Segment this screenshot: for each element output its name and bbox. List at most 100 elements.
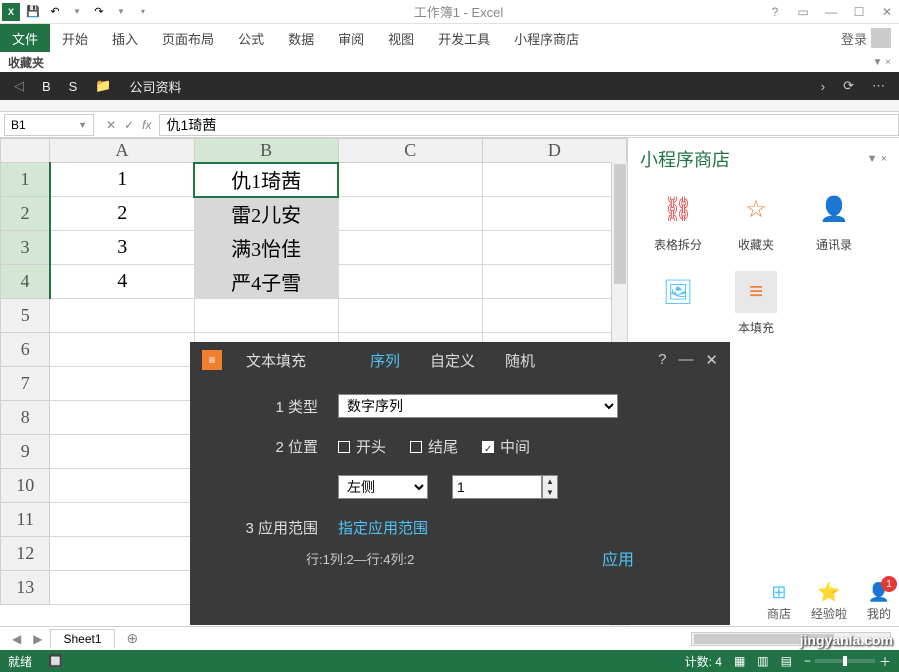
- nav-back-icon[interactable]: ◁: [14, 78, 24, 94]
- horizontal-scrollbar[interactable]: [691, 632, 891, 646]
- formula-input[interactable]: 仇1琦茜: [159, 114, 899, 136]
- row-header-10[interactable]: 10: [1, 469, 50, 503]
- cell-A5[interactable]: [50, 299, 194, 333]
- zoom-control[interactable]: − ＋: [804, 653, 891, 670]
- app-通讯录[interactable]: 👤通讯录: [804, 188, 864, 253]
- app-表格拆分[interactable]: ⛓表格拆分: [648, 188, 708, 253]
- cell-B3[interactable]: 满3怡佳: [194, 231, 338, 265]
- cell-A10[interactable]: [50, 469, 194, 503]
- cell-A8[interactable]: [50, 401, 194, 435]
- enter-icon[interactable]: ✓: [124, 118, 134, 132]
- dialog-tab-sequence[interactable]: 序列: [370, 350, 400, 371]
- dialog-close-icon[interactable]: ✕: [705, 351, 718, 369]
- cell-C5[interactable]: [338, 299, 482, 333]
- cell-D3[interactable]: [482, 231, 626, 265]
- footer-experience[interactable]: ⭐ 经验啦: [811, 582, 847, 622]
- dialog-minimize-icon[interactable]: —: [678, 351, 693, 369]
- favorites-chevron-icon[interactable]: ▼ ×: [872, 57, 891, 68]
- cell-A9[interactable]: [50, 435, 194, 469]
- cell-A3[interactable]: 3: [50, 231, 194, 265]
- path-s[interactable]: S: [69, 79, 78, 94]
- col-header-A[interactable]: A: [50, 139, 194, 163]
- qat-customize-icon[interactable]: ▾: [134, 3, 152, 21]
- type-select[interactable]: 数字序列: [338, 394, 618, 418]
- redo-icon[interactable]: ↷: [90, 3, 108, 21]
- row-header-3[interactable]: 3: [1, 231, 50, 265]
- tab-appstore[interactable]: 小程序商店: [502, 24, 591, 52]
- maximize-button[interactable]: ☐: [849, 5, 869, 19]
- cell-B5[interactable]: [194, 299, 338, 333]
- dialog-tab-random[interactable]: 随机: [505, 350, 535, 371]
- row-header-4[interactable]: 4: [1, 265, 50, 299]
- footer-mine[interactable]: 👤 1 我的: [867, 582, 891, 622]
- cell-C1[interactable]: [338, 163, 482, 197]
- redo-dropdown-icon[interactable]: ▼: [112, 3, 130, 21]
- nav-forward-icon[interactable]: ›: [821, 79, 825, 94]
- row-header-7[interactable]: 7: [1, 367, 50, 401]
- app-item-3[interactable]: 🖼: [648, 271, 708, 336]
- app-本填充[interactable]: ≡本填充: [726, 271, 786, 336]
- sheet-nav-next-icon[interactable]: ▶: [29, 632, 46, 646]
- cell-D5[interactable]: [482, 299, 626, 333]
- refresh-icon[interactable]: ⟳: [843, 78, 854, 94]
- row-header-13[interactable]: 13: [1, 571, 50, 605]
- macro-record-icon[interactable]: 🔲: [48, 654, 63, 668]
- cell-A1[interactable]: 1: [50, 163, 194, 197]
- apply-button[interactable]: 应用: [602, 546, 634, 570]
- zoom-slider[interactable]: [815, 659, 875, 663]
- cell-A6[interactable]: [50, 333, 194, 367]
- panel-chevron-icon[interactable]: ▼ ×: [867, 153, 887, 165]
- cell-A11[interactable]: [50, 503, 194, 537]
- col-header-D[interactable]: D: [482, 139, 626, 163]
- cell-A13[interactable]: [50, 571, 194, 605]
- tab-layout[interactable]: 页面布局: [150, 24, 226, 52]
- tab-data[interactable]: 数据: [276, 24, 326, 52]
- cell-C2[interactable]: [338, 197, 482, 231]
- row-header-5[interactable]: 5: [1, 299, 50, 333]
- cell-C3[interactable]: [338, 231, 482, 265]
- position-start-checkbox[interactable]: 开头: [338, 436, 386, 457]
- cell-A4[interactable]: 4: [50, 265, 194, 299]
- position-middle-checkbox[interactable]: 中间: [482, 436, 530, 457]
- select-all-corner[interactable]: [1, 139, 50, 163]
- login-link[interactable]: 登录: [833, 28, 899, 48]
- tab-developer[interactable]: 开发工具: [426, 24, 502, 52]
- app-收藏夹[interactable]: ☆收藏夹: [726, 188, 786, 253]
- position-end-checkbox[interactable]: 结尾: [410, 436, 458, 457]
- side-select[interactable]: 左侧: [338, 475, 428, 499]
- row-header-12[interactable]: 12: [1, 537, 50, 571]
- cell-C4[interactable]: [338, 265, 482, 299]
- sheet-nav-prev-icon[interactable]: ◀: [8, 632, 25, 646]
- cell-D1[interactable]: [482, 163, 626, 197]
- offset-input[interactable]: [452, 475, 542, 499]
- tab-insert[interactable]: 插入: [100, 24, 150, 52]
- more-icon[interactable]: ⋯: [872, 78, 885, 94]
- help-button[interactable]: ?: [765, 5, 785, 19]
- cancel-icon[interactable]: ✕: [106, 118, 116, 132]
- namebox-dropdown-icon[interactable]: ▼: [78, 120, 87, 130]
- cell-B1[interactable]: 仇1琦茜: [194, 163, 338, 197]
- row-header-9[interactable]: 9: [1, 435, 50, 469]
- dialog-help-icon[interactable]: ?: [658, 351, 666, 369]
- path-b[interactable]: B: [42, 79, 51, 94]
- tab-formulas[interactable]: 公式: [226, 24, 276, 52]
- ribbon-opts-button[interactable]: ▭: [793, 5, 813, 19]
- row-header-2[interactable]: 2: [1, 197, 50, 231]
- cell-B2[interactable]: 雷2儿安: [194, 197, 338, 231]
- dialog-tab-custom[interactable]: 自定义: [430, 350, 475, 371]
- col-header-B[interactable]: B: [194, 139, 338, 163]
- view-normal-icon[interactable]: ▦: [734, 654, 745, 668]
- minimize-button[interactable]: —: [821, 5, 841, 19]
- close-button[interactable]: ✕: [877, 5, 897, 19]
- footer-store[interactable]: ⊞ 商店: [767, 582, 791, 622]
- cell-D2[interactable]: [482, 197, 626, 231]
- view-pagebreak-icon[interactable]: ▤: [781, 654, 792, 668]
- zoom-out-icon[interactable]: −: [804, 654, 811, 668]
- row-header-6[interactable]: 6: [1, 333, 50, 367]
- view-layout-icon[interactable]: ▥: [757, 654, 768, 668]
- tab-review[interactable]: 审阅: [326, 24, 376, 52]
- cell-A7[interactable]: [50, 367, 194, 401]
- row-header-1[interactable]: 1: [1, 163, 50, 197]
- path-folder[interactable]: 公司资料: [130, 77, 182, 96]
- offset-spinner[interactable]: ▲▼: [542, 475, 558, 499]
